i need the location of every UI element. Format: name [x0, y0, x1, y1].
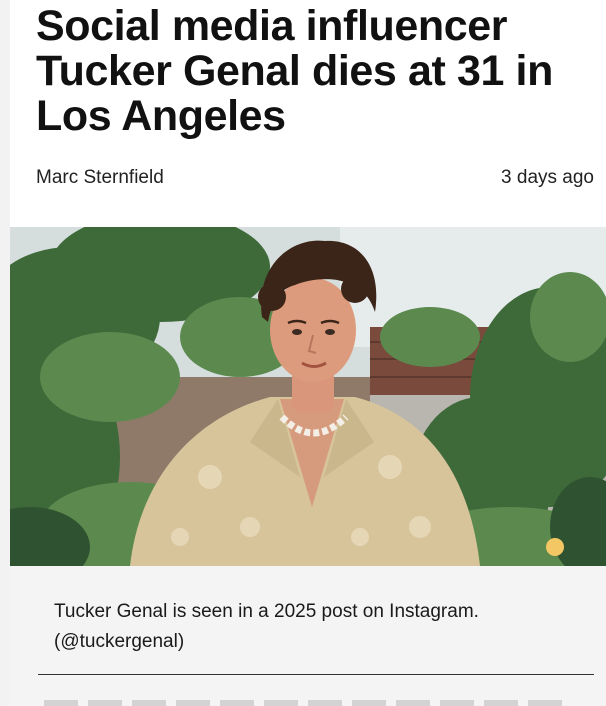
author-name[interactable]: Marc Sternfield [36, 167, 164, 189]
left-rail [0, 0, 10, 706]
article-headline: Social media influencer Tucker Genal die… [36, 2, 553, 140]
timestamp: 3 days ago [501, 167, 594, 188]
photo-caption: Tucker Genal is seen in a 2025 post on I… [54, 601, 479, 652]
byline-row: Marc Sternfield 3 days ago [36, 166, 594, 190]
divider [38, 674, 594, 675]
truncated-text-line [44, 700, 564, 706]
portrait-illustration [10, 227, 606, 566]
article-photo[interactable] [10, 227, 606, 566]
